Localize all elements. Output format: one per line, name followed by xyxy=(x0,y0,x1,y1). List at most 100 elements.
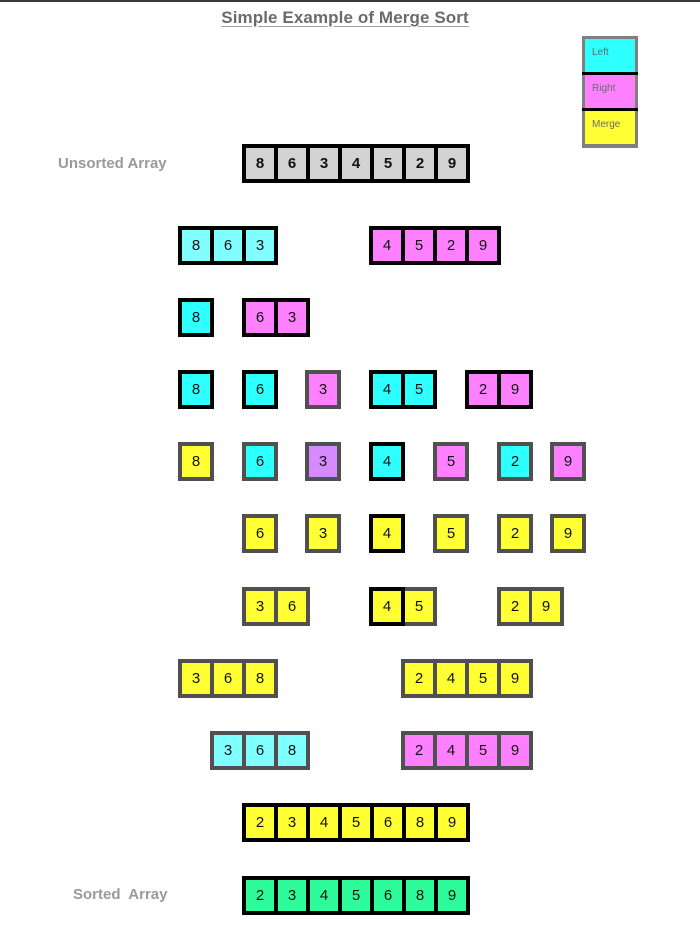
array-cell: 4 xyxy=(310,807,338,838)
split-2-group: 63 xyxy=(242,298,310,337)
array-cell: 9 xyxy=(554,446,582,477)
merge-5-group: 2345689 xyxy=(242,803,470,842)
merge-1-group: 4 xyxy=(369,514,405,553)
array-cell: 6 xyxy=(374,880,402,911)
array-cell: 9 xyxy=(501,735,529,766)
top-border-line xyxy=(0,0,700,2)
array-cell: 4 xyxy=(342,148,370,179)
array-cell: 8 xyxy=(278,735,306,766)
array-cell: 3 xyxy=(309,518,337,549)
array-cell: 9 xyxy=(554,518,582,549)
legend-item-left: Left xyxy=(585,39,635,72)
array-cell: 5 xyxy=(374,148,402,179)
array-cell: 2 xyxy=(246,880,274,911)
array-cell: 5 xyxy=(437,446,465,477)
array-cell: 6 xyxy=(278,148,306,179)
array-cell: 2 xyxy=(501,518,529,549)
legend-item-merge: Merge xyxy=(585,111,635,144)
array-cell: 3 xyxy=(278,807,306,838)
legend: Left Right Merge xyxy=(582,36,638,148)
array-cell: 3 xyxy=(214,735,242,766)
array-cell: 8 xyxy=(406,880,434,911)
array-cell: 8 xyxy=(406,807,434,838)
split-4-group: 3 xyxy=(305,442,341,481)
array-cell: 8 xyxy=(246,663,274,694)
array-cell: 4 xyxy=(310,880,338,911)
array-cell: 3 xyxy=(246,591,274,622)
array-cell: 4 xyxy=(373,446,401,477)
merge-1-group: 6 xyxy=(242,514,278,553)
array-cell: 5 xyxy=(342,880,370,911)
array-cell: 5 xyxy=(405,374,433,405)
split-4-group: 4 xyxy=(369,442,405,481)
unsorted-group: 8634529 xyxy=(242,144,470,183)
array-cell: 4 xyxy=(369,587,405,626)
array-cell: 6 xyxy=(246,374,274,405)
array-cell: 6 xyxy=(246,518,274,549)
array-cell: 2 xyxy=(405,735,433,766)
merge-2-group: 45 xyxy=(369,587,437,626)
array-cell: 5 xyxy=(342,807,370,838)
split-1-group: 4529 xyxy=(369,226,501,265)
array-cell: 3 xyxy=(278,880,306,911)
array-cell: 9 xyxy=(438,148,466,179)
split-4-group: 8 xyxy=(178,442,214,481)
merge-4-group: 368 xyxy=(210,731,310,770)
array-cell: 2 xyxy=(501,591,529,622)
array-cell: 2 xyxy=(406,148,434,179)
array-cell: 6 xyxy=(278,591,306,622)
split-1-group: 863 xyxy=(178,226,278,265)
split-4-group: 2 xyxy=(497,442,533,481)
array-cell: 8 xyxy=(182,302,210,333)
array-cell: 2 xyxy=(437,230,465,261)
sorted-group: 2345689 xyxy=(242,876,470,915)
array-cell: 9 xyxy=(438,880,466,911)
page-title: Simple Example of Merge Sort xyxy=(221,8,469,27)
split-3-group: 6 xyxy=(242,370,278,409)
split-3-group: 45 xyxy=(369,370,437,409)
array-cell: 9 xyxy=(501,374,529,405)
array-cell: 4 xyxy=(373,230,401,261)
split-3-group: 8 xyxy=(178,370,214,409)
array-cell: 9 xyxy=(532,591,560,622)
array-cell: 8 xyxy=(182,446,210,477)
array-cell: 4 xyxy=(437,663,465,694)
array-cell: 3 xyxy=(182,663,210,694)
array-cell: 5 xyxy=(405,591,433,622)
array-cell: 6 xyxy=(246,446,274,477)
split-3-group: 29 xyxy=(465,370,533,409)
array-cell: 2 xyxy=(246,807,274,838)
merge-1-group: 2 xyxy=(497,514,533,553)
merge-1-group: 5 xyxy=(433,514,469,553)
split-4-group: 9 xyxy=(550,442,586,481)
array-cell: 6 xyxy=(246,302,274,333)
array-cell: 5 xyxy=(405,230,433,261)
array-cell: 8 xyxy=(246,148,274,179)
array-cell: 4 xyxy=(437,735,465,766)
merge-4-group: 2459 xyxy=(401,731,533,770)
array-cell: 6 xyxy=(374,807,402,838)
unsorted-array-label: Unsorted Array xyxy=(58,155,167,172)
merge-1-group: 3 xyxy=(305,514,341,553)
sorted-array-label: Sorted Array xyxy=(73,886,168,903)
array-cell: 4 xyxy=(373,518,401,549)
merge-3-group: 368 xyxy=(178,659,278,698)
array-cell: 4 xyxy=(373,374,401,405)
split-4-group: 5 xyxy=(433,442,469,481)
array-cell: 3 xyxy=(309,374,337,405)
array-cell: 3 xyxy=(310,148,338,179)
array-cell: 3 xyxy=(309,446,337,477)
array-cell: 5 xyxy=(469,663,497,694)
array-cell: 2 xyxy=(469,374,497,405)
array-cell: 8 xyxy=(182,230,210,261)
array-cell: 6 xyxy=(214,230,242,261)
merge-3-group: 2459 xyxy=(401,659,533,698)
split-3-group: 3 xyxy=(305,370,341,409)
split-4-group: 6 xyxy=(242,442,278,481)
array-cell: 5 xyxy=(437,518,465,549)
merge-2-group: 29 xyxy=(497,587,564,626)
legend-item-right: Right xyxy=(585,75,635,108)
array-cell: 9 xyxy=(469,230,497,261)
array-cell: 9 xyxy=(438,807,466,838)
merge-2-group: 36 xyxy=(242,587,310,626)
